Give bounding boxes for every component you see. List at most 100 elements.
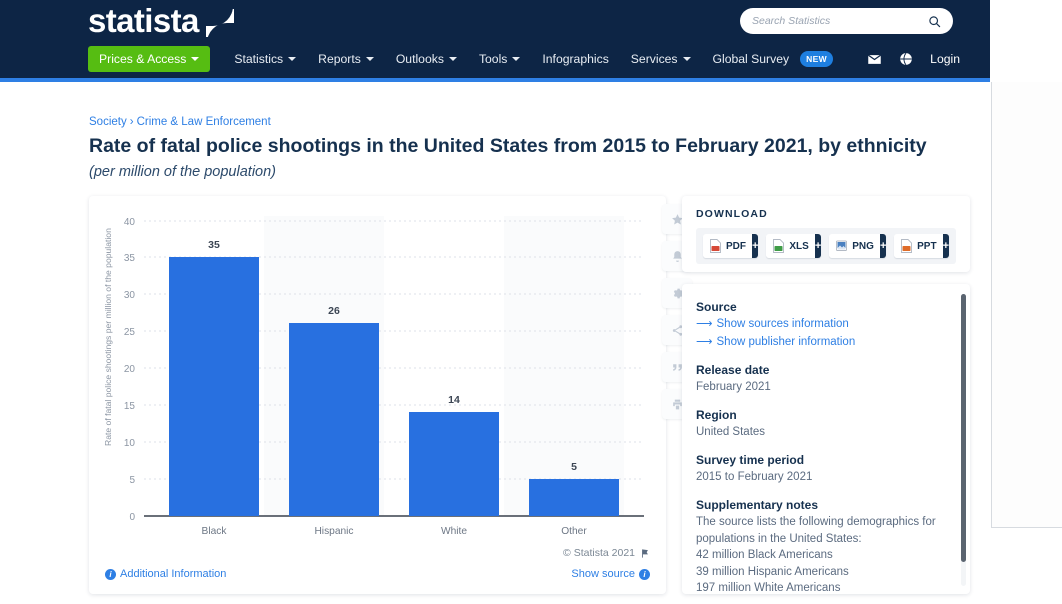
breadcrumb: Society›Crime & Law Enforcement (89, 116, 271, 128)
download-xls-plus[interactable]: + (815, 234, 821, 258)
arrow-right-icon: ⟶ (696, 336, 713, 348)
info-scrollbar-track[interactable] (961, 294, 966, 586)
chart-card: 40 35 30 25 20 15 10 5 0 Rate of fatal p… (89, 196, 666, 594)
copyright-text: © Statista 2021 (563, 547, 635, 559)
source-links: ⟶ Show sources information ⟶Show publishe… (696, 316, 952, 351)
show-sources-label: Show sources information (717, 318, 849, 330)
svg-text:10: 10 (124, 438, 136, 449)
svg-text:15: 15 (124, 401, 136, 412)
show-sources-information-link[interactable]: ⟶ Show sources information (696, 316, 952, 334)
new-badge: NEW (800, 51, 833, 67)
show-publisher-information-link[interactable]: ⟶Show publisher information (696, 334, 952, 352)
show-source-label: Show source (571, 568, 635, 580)
nav-item-services[interactable]: Services (631, 52, 691, 66)
svg-text:Hispanic: Hispanic (314, 526, 353, 536)
svg-text:20: 20 (124, 364, 136, 375)
nav-item-prices-access[interactable]: Prices & Access (88, 46, 210, 72)
svg-text:25: 25 (124, 327, 136, 338)
download-ppt-plus[interactable]: + (943, 234, 949, 258)
additional-information-link[interactable]: i Additional Information (105, 568, 226, 580)
supplementary-notes-heading: Supplementary notes (696, 498, 952, 512)
nav-label: Reports (318, 52, 361, 66)
nav-right-group: Login (867, 52, 960, 67)
svg-text:14: 14 (448, 394, 460, 406)
chevron-down-icon (512, 57, 520, 61)
chart-footer: © Statista 2021 i Additional Information… (89, 547, 666, 594)
nav-item-tools[interactable]: Tools (479, 52, 520, 66)
globe-icon[interactable] (899, 52, 913, 66)
flag-icon[interactable] (640, 548, 650, 559)
survey-period-heading: Survey time period (696, 453, 952, 467)
download-pdf-label: PDF (726, 241, 746, 252)
survey-period-value: 2015 to February 2021 (696, 469, 952, 485)
svg-text:Black: Black (202, 526, 228, 536)
notes-line: 42 million Black Americans (696, 547, 952, 564)
download-png-plus[interactable]: + (880, 234, 886, 258)
show-source-link[interactable]: Show source i (571, 568, 650, 580)
svg-text:35: 35 (124, 253, 136, 264)
download-pdf-plus[interactable]: + (752, 234, 758, 258)
info-scroll-region[interactable]: Source ⟶ Show sources information ⟶Show p… (682, 284, 970, 594)
nav-label: Global Survey (713, 52, 790, 66)
nav-item-statistics[interactable]: Statistics (234, 52, 296, 66)
search-icon[interactable] (928, 15, 941, 28)
nav-item-reports[interactable]: Reports (318, 52, 374, 66)
page-subtitle: (per million of the population) (89, 164, 276, 180)
breadcrumb-crime-law[interactable]: Crime & Law Enforcement (137, 116, 271, 128)
site-header: statista Prices & Access Statistics (0, 0, 990, 78)
svg-text:0: 0 (129, 512, 135, 523)
svg-text:5: 5 (129, 475, 135, 486)
svg-text:White: White (441, 526, 467, 536)
additional-information-label: Additional Information (120, 568, 226, 580)
download-xls-button[interactable]: XLS + (766, 234, 821, 258)
png-file-icon (835, 239, 848, 253)
download-png-button[interactable]: PNG + (829, 234, 886, 258)
svg-text:35: 35 (208, 239, 220, 251)
chart-plot-area: 40 35 30 25 20 15 10 5 0 Rate of fatal p… (89, 196, 666, 536)
svg-text:30: 30 (124, 290, 136, 301)
svg-text:26: 26 (328, 305, 340, 317)
breadcrumb-society[interactable]: Society (89, 116, 127, 128)
statista-chart-page: statista Prices & Access Statistics (0, 0, 1062, 604)
nav-label: Services (631, 52, 678, 66)
arrow-right-icon: ⟶ (696, 318, 713, 330)
chevron-down-icon (449, 57, 457, 61)
xls-file-icon (772, 239, 785, 253)
chevron-down-icon (683, 57, 691, 61)
download-buttons: PDF + XLS + (696, 228, 956, 264)
svg-text:Rate of fatal police shootings: Rate of fatal police shootings per milli… (103, 228, 113, 446)
logo-text: statista (88, 3, 199, 39)
info-icon: i (105, 569, 116, 580)
bar-chart: 40 35 30 25 20 15 10 5 0 Rate of fatal p… (89, 196, 666, 536)
download-xls-label: XLS (789, 241, 808, 252)
download-pdf-button[interactable]: PDF + (703, 234, 758, 258)
pdf-file-icon (709, 239, 722, 253)
nav-label: Outlooks (396, 52, 444, 66)
download-ppt-button[interactable]: PPT + (894, 234, 949, 258)
svg-text:5: 5 (571, 461, 577, 473)
release-date-value: February 2021 (696, 379, 952, 395)
download-card: DOWNLOAD PDF + XLS (682, 196, 970, 272)
search-box[interactable] (740, 8, 953, 34)
source-heading: Source (696, 300, 952, 314)
download-png-label: PNG (852, 241, 874, 252)
notes-line: populations in the United States: (696, 531, 952, 548)
nav-item-global-survey[interactable]: Global Survey NEW (713, 51, 834, 67)
login-link[interactable]: Login (930, 52, 960, 66)
statista-logo[interactable]: statista (88, 3, 234, 39)
search-input[interactable] (752, 15, 928, 27)
ppt-file-icon (900, 239, 913, 253)
nav-item-infographics[interactable]: Infographics (542, 52, 608, 66)
envelope-icon[interactable] (867, 52, 882, 67)
header-accent-bar (0, 78, 990, 82)
nav-label: Prices & Access (99, 52, 186, 66)
page-title: Rate of fatal police shootings in the Un… (89, 133, 979, 159)
breadcrumb-separator: › (130, 116, 134, 128)
nav-item-outlooks[interactable]: Outlooks (396, 52, 457, 66)
region-heading: Region (696, 408, 952, 422)
notes-line: The source lists the following demograph… (696, 514, 952, 531)
release-date-heading: Release date (696, 363, 952, 377)
info-scrollbar-thumb[interactable] (961, 294, 966, 562)
notes-line: 39 million Hispanic Americans (696, 564, 952, 581)
copyright-row: © Statista 2021 (105, 547, 650, 559)
